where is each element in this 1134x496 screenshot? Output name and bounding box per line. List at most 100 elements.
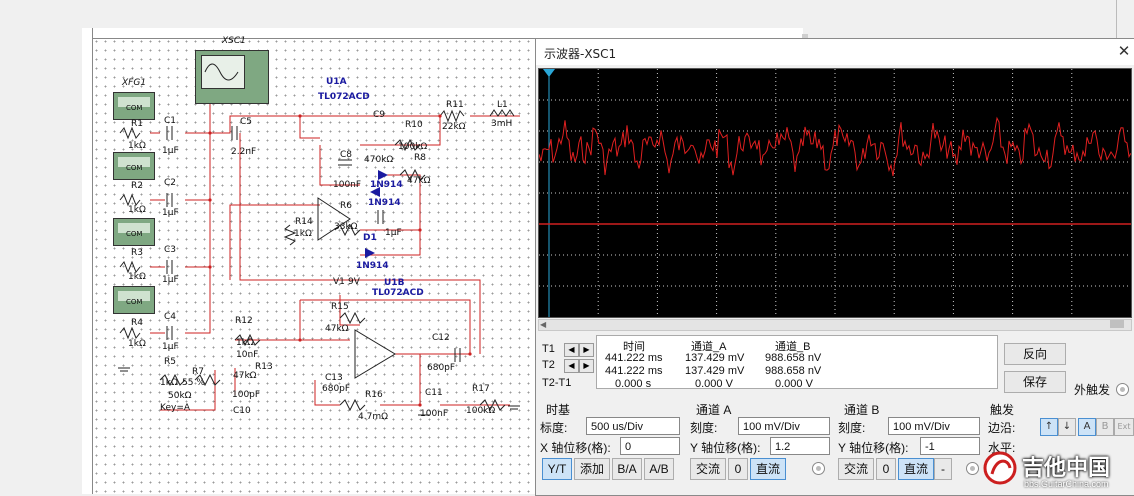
channel-b-scale-label: 刻度: [838,421,866,435]
trigger-a-button[interactable]: A [1078,418,1096,436]
t1-cha: 137.429 mV [685,352,745,364]
rising-edge-icon[interactable]: ↑ [1040,418,1058,436]
r6-value: 33kΩ [334,222,358,232]
t2-label: T2 [542,359,555,371]
watermark-logo-icon [983,451,1017,485]
timebase-xpos-field[interactable]: 0 [620,437,680,455]
channel-a-scale-field[interactable]: 100 mV/Div [738,417,830,435]
fg-com-3: COM [126,230,143,238]
c10-label: C10 [233,406,251,416]
u1b-part: TL072ACD [372,288,424,298]
c8-label: C8 [340,150,353,160]
r13-value: 47kΩ [233,371,257,381]
ext-trigger-label: 外触发 [1074,383,1111,397]
trigger-ext-button[interactable]: Ext [1114,418,1134,436]
channel-b-dc-button[interactable]: 直流 [898,458,934,480]
reverse-button[interactable]: 反向 [1004,343,1066,365]
channel-a-ac-button[interactable]: 交流 [690,458,726,480]
channel-b-scale-field[interactable]: 100 mV/Div [888,417,980,435]
t2-right-arrow-icon[interactable]: ▶ [579,359,594,373]
watermark: 吉他中国 bbs.GuitarChina.com [980,446,1134,494]
c11-value: 100nF [420,409,449,419]
r3-label: R3 [131,248,143,258]
timebase-scale-field[interactable]: 500 us/Div [586,417,680,435]
r14-label: R14 [295,217,313,227]
channel-a-radio[interactable] [812,462,825,475]
c12-label: C12 [432,333,450,343]
c6-value: 10nF [236,350,259,360]
scope-label: XSC1 [222,36,246,46]
r12-label: R12 [235,316,253,326]
add-button[interactable]: 添加 [574,458,610,480]
r17-label: R17 [472,384,490,394]
r4-label: R4 [131,318,143,328]
channel-a-ypos-label: Y 轴位移(格): [690,441,761,455]
scope-scrollbar[interactable] [538,319,1132,331]
channel-b-minus-button[interactable]: - [934,458,952,480]
channel-b-radio[interactable] [966,462,979,475]
channel-a-ypos-field[interactable]: 1.2 [770,437,830,455]
t2t1-cha: 0.000 V [695,378,733,390]
r8-label: R8 [414,153,426,163]
ab-button[interactable]: A/B [644,458,674,480]
c-1uf-value: 1µF [385,228,402,238]
scroll-left-icon[interactable]: ◀ [540,320,546,329]
t2-cha: 137.429 mV [685,365,745,377]
c11-label: C11 [425,388,443,398]
r13-label: R13 [255,362,273,372]
scroll-thumb[interactable] [1110,320,1124,328]
channel-a-zero-button[interactable]: 0 [728,458,748,480]
close-icon[interactable]: ✕ [1115,41,1133,61]
d1-label: D1 [363,233,377,243]
r8-value: 47kΩ [407,176,431,186]
r7-value: 50kΩ [168,391,192,401]
yt-button[interactable]: Y/T [542,458,572,480]
r12-value: 1kΩ [236,338,254,348]
window-titlebar[interactable]: 示波器-XSC1 ✕ [536,39,1134,65]
trigger-b-button[interactable]: B [1096,418,1114,436]
c5-value: 2.2nF [231,147,257,157]
save-button[interactable]: 保存 [1004,371,1066,393]
c5-label: C5 [240,117,253,127]
d2-value: 1N914 [370,180,403,190]
t1-left-arrow-icon[interactable]: ◀ [564,343,579,357]
t2-left-arrow-icon[interactable]: ◀ [564,359,579,373]
fg-label: XFG1 [122,78,147,88]
d1-value: 1N914 [356,261,389,271]
r15-value: 47kΩ [325,324,349,334]
r3-value: 1kΩ [128,272,146,282]
c13-label: C13 [325,373,343,383]
c12-value: 680pF [427,363,456,373]
channel-b-ac-button[interactable]: 交流 [838,458,874,480]
u1b-label: U1B [384,278,405,288]
r1-label: R1 [131,119,143,129]
channel-a-title: 通道 A [696,403,732,417]
fg-com-4: COM [126,298,143,306]
d3-value: 1N914 [368,198,401,208]
r10-label: R10 [405,120,423,130]
channel-b-ypos-label: Y 轴位移(格): [838,441,909,455]
channel-a-dc-button[interactable]: 直流 [750,458,786,480]
ext-trigger-radio[interactable] [1116,383,1129,396]
r16-value: 4.7mΩ [358,412,388,422]
scope-display[interactable] [538,68,1132,318]
watermark-text: 吉他中国 [1022,455,1111,480]
falling-edge-icon[interactable]: ↓ [1058,418,1076,436]
timebase-xpos-label: X 轴位移(格): [540,441,611,455]
timebase-scale-label: 标度: [540,421,568,435]
t1-label: T1 [542,343,555,355]
scope-instrument-xsc1[interactable] [195,50,269,104]
cursor-readout-box: 时间 通道_A 通道_B 441.222 ms 137.429 mV 988.6… [596,335,998,390]
r5-value: 1kΩ [160,378,178,388]
r1-value: 1kΩ [128,141,146,151]
t2t1-label: T2-T1 [542,377,572,389]
t1-right-arrow-icon[interactable]: ▶ [579,343,594,357]
channel-b-ypos-field[interactable]: -1 [920,437,980,455]
oscilloscope-window: 示波器-XSC1 ✕ ◀ T1 T2 T2-T1 ◀ ▶ ◀ ▶ 时间 通道_A… [535,38,1134,496]
ba-button[interactable]: B/A [612,458,642,480]
trigger-title: 触发 [990,403,1015,417]
channel-b-zero-button[interactable]: 0 [876,458,896,480]
window-title: 示波器-XSC1 [544,47,617,61]
fg-com-1: COM [126,104,143,112]
c4-value: 1µF [162,342,179,352]
